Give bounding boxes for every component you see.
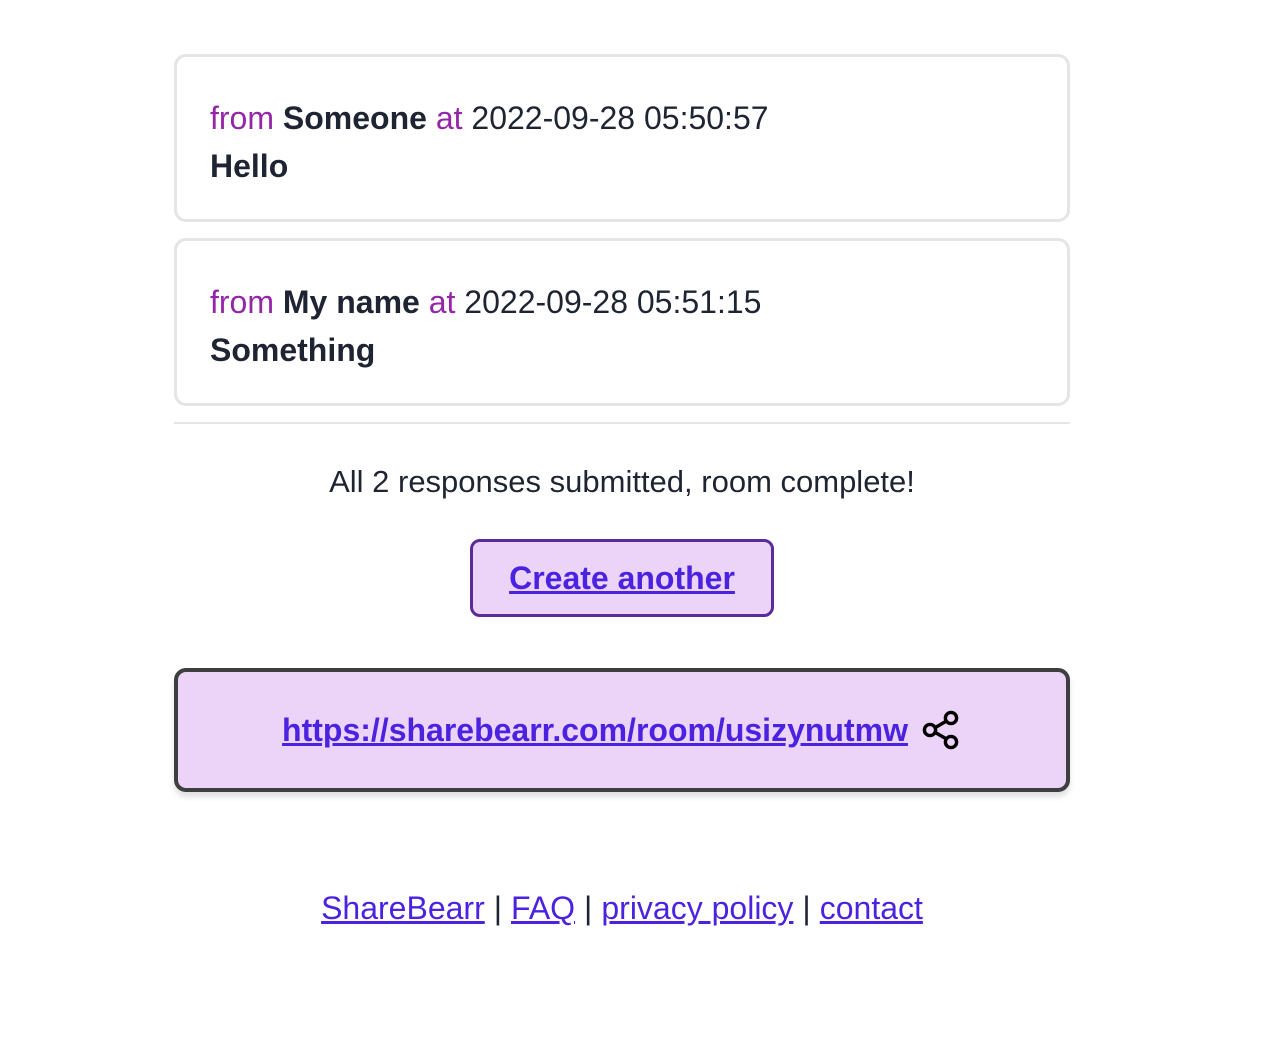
footer-link-privacy-policy[interactable]: privacy policy [601, 890, 793, 926]
room-content: from Someone at 2022-09-28 05:50:57 Hell… [174, 54, 1070, 792]
share-link-box: https://sharebearr.com/room/usizynutmw [174, 668, 1070, 792]
footer-separator: | [493, 890, 503, 926]
message-author: My name [282, 284, 420, 320]
at-label: at [428, 284, 456, 320]
create-another-button[interactable]: Create another [470, 539, 774, 617]
message-text: Something [210, 332, 376, 368]
footer-link-faq[interactable]: FAQ [511, 890, 575, 926]
footer: ShareBearr | FAQ | privacy policy | contact [0, 886, 1244, 930]
from-label: from [210, 100, 274, 136]
message-meta: from Someone at 2022-09-28 05:50:57 [210, 95, 1034, 141]
room-status-text: All 2 responses submitted, room complete… [329, 464, 915, 499]
footer-link-contact[interactable]: contact [820, 890, 923, 926]
message-timestamp: 2022-09-28 05:50:57 [471, 100, 769, 136]
from-label: from [210, 284, 274, 320]
message-card: from My name at 2022-09-28 05:51:15 Some… [174, 238, 1070, 406]
footer-separator: | [584, 890, 593, 926]
footer-link-sharebearr[interactable]: ShareBearr [321, 890, 485, 926]
create-button-wrap: Create another [174, 539, 1070, 617]
divider [174, 422, 1070, 424]
message-meta: from My name at 2022-09-28 05:51:15 [210, 279, 1034, 325]
footer-separator: | [802, 890, 811, 926]
message-author: Someone [282, 100, 427, 136]
message-timestamp: 2022-09-28 05:51:15 [464, 284, 762, 320]
message-card: from Someone at 2022-09-28 05:50:57 Hell… [174, 54, 1070, 222]
share-icon[interactable] [920, 709, 962, 751]
message-text: Hello [210, 148, 289, 184]
room-url-link[interactable]: https://sharebearr.com/room/usizynutmw [282, 712, 908, 749]
at-label: at [435, 100, 463, 136]
